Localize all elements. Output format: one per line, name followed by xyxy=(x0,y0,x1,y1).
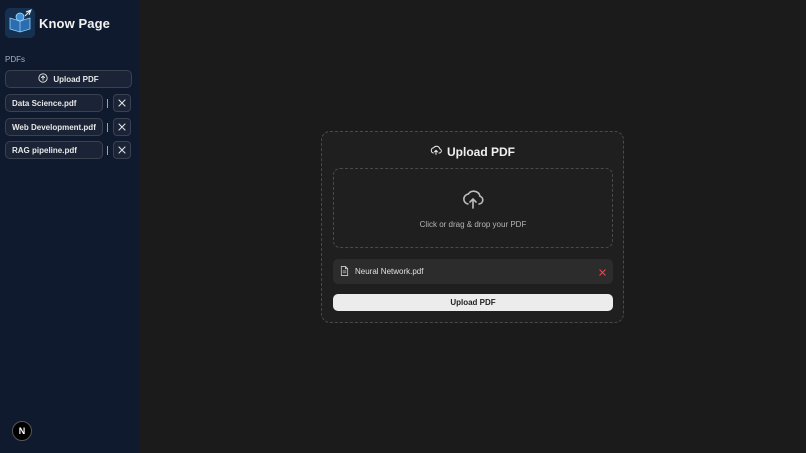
upload-card: Upload PDF Click or drag & drop your PDF… xyxy=(321,131,624,323)
close-icon xyxy=(118,118,126,136)
divider xyxy=(107,98,108,108)
remove-file-button[interactable] xyxy=(113,94,131,112)
card-title: Upload PDF xyxy=(322,144,623,159)
close-icon xyxy=(599,263,606,281)
brand: Know Page xyxy=(5,8,110,38)
remove-file-button[interactable] xyxy=(113,118,131,136)
upload-pdf-button[interactable]: Upload PDF xyxy=(333,294,613,311)
cloud-upload-icon xyxy=(430,144,442,159)
file-chip[interactable]: RAG pipeline.pdf xyxy=(5,141,103,159)
file-item: Data Science.pdf xyxy=(5,94,131,112)
pdfs-section-label: PDFs xyxy=(5,55,25,64)
close-icon xyxy=(118,94,126,112)
file-chip[interactable]: Web Development.pdf xyxy=(5,118,103,136)
remove-selected-file-button[interactable] xyxy=(599,263,606,281)
selected-file: Neural Network.pdf xyxy=(333,259,613,284)
drop-zone-text: Click or drag & drop your PDF xyxy=(419,219,527,229)
book-brain-logo-icon xyxy=(5,8,35,38)
upload-circle-icon xyxy=(38,73,48,85)
avatar[interactable]: N xyxy=(12,421,32,441)
remove-file-button[interactable] xyxy=(113,141,131,159)
sidebar-upload-label: Upload PDF xyxy=(53,74,99,84)
selected-file-name: Neural Network.pdf xyxy=(355,267,424,276)
divider xyxy=(107,122,108,132)
brand-title: Know Page xyxy=(39,15,110,31)
sidebar: Know Page PDFs Upload PDF Data Science.p… xyxy=(0,0,139,453)
divider xyxy=(107,145,108,155)
sidebar-upload-button[interactable]: Upload PDF xyxy=(5,70,132,88)
file-icon xyxy=(340,263,349,281)
file-item: Web Development.pdf xyxy=(5,118,131,136)
card-title-text: Upload PDF xyxy=(447,144,515,159)
file-item: RAG pipeline.pdf xyxy=(5,141,131,159)
cloud-upload-icon xyxy=(461,188,485,215)
close-icon xyxy=(118,141,126,159)
file-chip[interactable]: Data Science.pdf xyxy=(5,94,103,112)
drop-zone[interactable]: Click or drag & drop your PDF xyxy=(333,168,613,248)
